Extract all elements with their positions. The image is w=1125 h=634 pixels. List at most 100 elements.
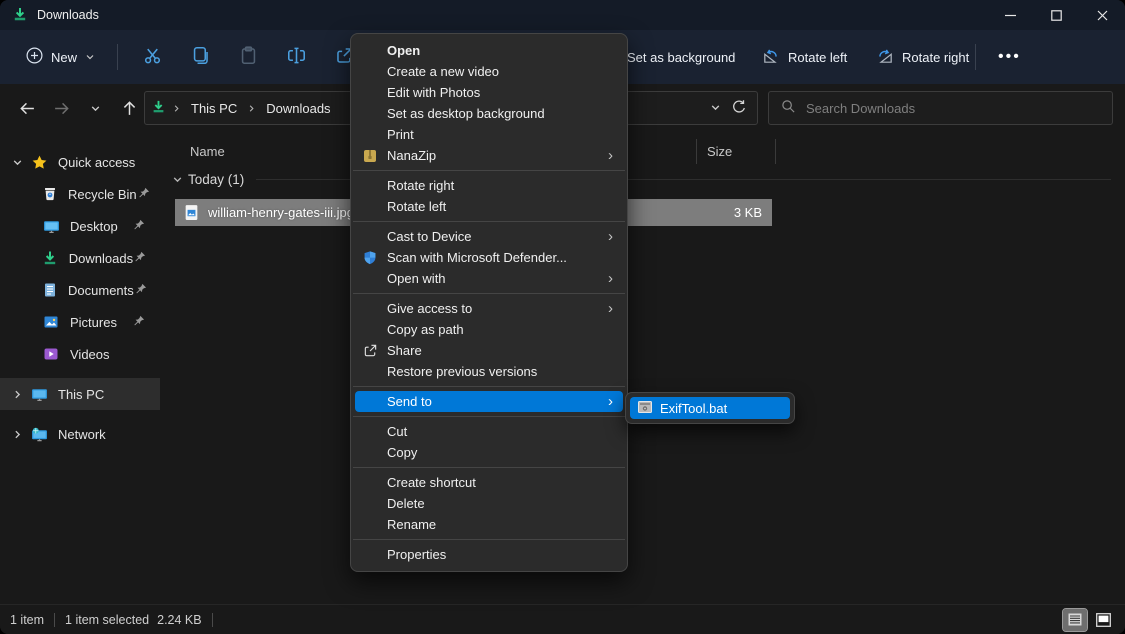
menu-icon-slot bbox=[363, 301, 387, 317]
sidebar-item-documents[interactable]: Documents bbox=[0, 274, 160, 306]
sidebar-item-recycle-bin[interactable]: Recycle Bin bbox=[0, 178, 160, 210]
context-menu-item-restore-previous-versions[interactable]: Restore previous versions bbox=[355, 361, 623, 382]
copy-icon bbox=[191, 46, 210, 68]
breadcrumb-chevron-icon bbox=[247, 101, 256, 116]
sidebar-item-pictures[interactable]: Pictures bbox=[0, 306, 160, 338]
context-menu-item-rotate-left[interactable]: Rotate left bbox=[355, 196, 623, 217]
column-headers: Name Size bbox=[160, 138, 1125, 164]
rotate-right-button-wrap: Rotate right bbox=[866, 30, 979, 84]
breadcrumb-downloads[interactable]: Downloads bbox=[266, 101, 330, 116]
rename-icon bbox=[287, 46, 306, 68]
maximize-button[interactable] bbox=[1033, 0, 1079, 30]
title-bar: Downloads bbox=[0, 0, 1125, 30]
rotate-left-label: Rotate left bbox=[788, 50, 847, 65]
context-menu-item-rotate-right[interactable]: Rotate right bbox=[355, 175, 623, 196]
new-button[interactable]: New bbox=[14, 41, 107, 73]
submenu-arrow-icon: › bbox=[608, 229, 615, 244]
menu-separator bbox=[353, 170, 625, 171]
copy-button[interactable] bbox=[180, 40, 220, 74]
rotate-right-button[interactable]: Rotate right bbox=[866, 41, 979, 74]
sidebar-item-downloads[interactable]: Downloads bbox=[0, 242, 160, 274]
more-options-button[interactable]: ••• bbox=[986, 44, 1033, 70]
chevron-down-icon bbox=[170, 174, 184, 185]
sidebar-item-videos[interactable]: Videos bbox=[0, 338, 160, 370]
submenu-arrow-icon: › bbox=[608, 301, 615, 316]
refresh-icon[interactable] bbox=[731, 99, 747, 118]
breadcrumb-chevron-icon bbox=[172, 101, 181, 116]
status-separator bbox=[54, 613, 55, 627]
context-menu-item-open-with[interactable]: Open with › bbox=[355, 268, 623, 289]
context-menu-item-set-as-desktop-background[interactable]: Set as desktop background bbox=[355, 103, 623, 124]
context-menu-item-nanazip[interactable]: NanaZip › bbox=[355, 145, 623, 166]
context-menu-item-create-shortcut[interactable]: Create shortcut bbox=[355, 472, 623, 493]
selection-count: 1 item selected bbox=[65, 613, 149, 627]
address-downloads-icon bbox=[151, 99, 166, 117]
menu-icon-slot bbox=[363, 85, 387, 101]
menu-separator bbox=[353, 293, 625, 294]
file-name: william-henry-gates-iii.jpg bbox=[208, 205, 354, 220]
network-icon bbox=[30, 425, 48, 443]
toolbar-separator bbox=[117, 44, 118, 70]
share-icon bbox=[363, 343, 387, 359]
up-button[interactable] bbox=[114, 93, 144, 123]
context-menu-item-properties[interactable]: Properties bbox=[355, 544, 623, 565]
column-header-name[interactable]: Name bbox=[160, 144, 225, 159]
submenu-item-exiftool-bat[interactable]: ExifTool.bat bbox=[630, 397, 790, 419]
chevron-right-icon bbox=[10, 389, 24, 400]
forward-button[interactable] bbox=[46, 93, 76, 123]
context-menu-item-edit-with-photos[interactable]: Edit with Photos bbox=[355, 82, 623, 103]
file-explorer-window: Downloads New bbox=[0, 0, 1125, 634]
downloads-icon bbox=[42, 249, 59, 267]
context-menu-item-create-a-new-video[interactable]: Create a new video bbox=[355, 61, 623, 82]
breadcrumb-this-pc[interactable]: This PC bbox=[191, 101, 237, 116]
rename-button[interactable] bbox=[276, 40, 316, 74]
sidebar-item-desktop[interactable]: Desktop bbox=[0, 210, 160, 242]
context-menu-item-scan-with-defender[interactable]: Scan with Microsoft Defender... bbox=[355, 247, 623, 268]
context-menu-item-share[interactable]: Share bbox=[355, 340, 623, 361]
context-menu-item-send-to[interactable]: Send to › bbox=[355, 391, 623, 412]
menu-icon-slot bbox=[363, 364, 387, 380]
search-input[interactable] bbox=[806, 101, 1100, 116]
sidebar-item-network[interactable]: Network bbox=[0, 418, 160, 450]
sidebar-item-quick-access[interactable]: Quick access bbox=[0, 146, 160, 178]
submenu-arrow-icon: › bbox=[608, 271, 615, 286]
large-icons-view-button[interactable] bbox=[1091, 609, 1115, 631]
file-size: 3 KB bbox=[734, 205, 762, 220]
close-button[interactable] bbox=[1079, 0, 1125, 30]
context-menu-item-copy[interactable]: Copy bbox=[355, 442, 623, 463]
group-header-today[interactable]: Today (1) bbox=[160, 164, 1125, 194]
rotate-left-button-wrap: Rotate left bbox=[752, 30, 857, 84]
back-button[interactable] bbox=[12, 93, 42, 123]
context-menu-item-open[interactable]: Open bbox=[355, 40, 623, 61]
sidebar-item-label: This PC bbox=[58, 387, 160, 402]
context-menu-item-rename[interactable]: Rename bbox=[355, 514, 623, 535]
batch-file-icon bbox=[638, 401, 652, 416]
sidebar-gap bbox=[0, 410, 160, 418]
column-header-size[interactable]: Size bbox=[696, 139, 776, 164]
more-options-wrap: ••• bbox=[986, 30, 1033, 84]
context-menu-item-delete[interactable]: Delete bbox=[355, 493, 623, 514]
submenu-arrow-icon: › bbox=[608, 148, 615, 163]
pin-icon bbox=[134, 282, 148, 299]
menu-icon-slot bbox=[363, 517, 387, 533]
context-menu-item-print[interactable]: Print bbox=[355, 124, 623, 145]
sidebar-item-label: Quick access bbox=[58, 155, 160, 170]
pictures-icon bbox=[42, 313, 60, 331]
context-menu-item-copy-as-path[interactable]: Copy as path bbox=[355, 319, 623, 340]
context-menu-item-cut[interactable]: Cut bbox=[355, 421, 623, 442]
menu-separator bbox=[353, 221, 625, 222]
details-view-button[interactable] bbox=[1063, 609, 1087, 631]
context-menu-item-give-access-to[interactable]: Give access to › bbox=[355, 298, 623, 319]
submenu-item-label: ExifTool.bat bbox=[660, 401, 727, 416]
cut-button[interactable] bbox=[132, 40, 172, 74]
rotate-left-button[interactable]: Rotate left bbox=[752, 41, 857, 74]
recycle-bin-icon bbox=[42, 185, 58, 203]
recent-locations-chevron[interactable] bbox=[80, 93, 110, 123]
minimize-button[interactable] bbox=[987, 0, 1033, 30]
address-dropdown-chevron[interactable] bbox=[710, 101, 721, 116]
paste-button[interactable] bbox=[228, 40, 268, 74]
rotate-left-icon bbox=[762, 47, 780, 68]
sidebar-item-this-pc[interactable]: This PC bbox=[0, 378, 160, 410]
context-menu: Open Create a new video Edit with Photos… bbox=[350, 33, 628, 572]
context-menu-item-cast-to-device[interactable]: Cast to Device › bbox=[355, 226, 623, 247]
